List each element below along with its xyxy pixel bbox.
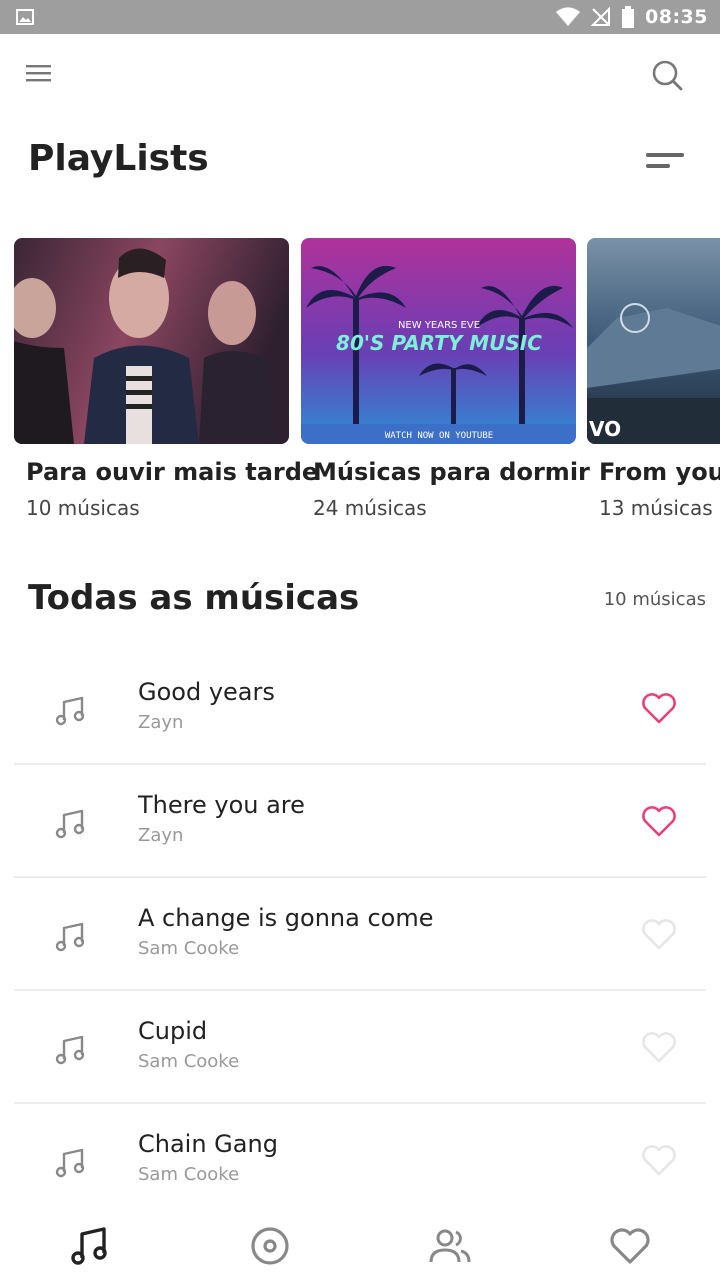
heart-icon[interactable] <box>640 803 678 839</box>
playlist-card[interactable]: NEW YEARS EVE 80'S PARTY MUSIC WATCH NOW… <box>301 238 590 520</box>
music-note-icon <box>71 1227 107 1265</box>
song-row[interactable]: A change is gonna come Sam Cooke <box>14 878 706 991</box>
song-row[interactable]: There you are Zayn <box>14 765 706 878</box>
disc-icon <box>251 1227 289 1265</box>
song-artist: Sam Cooke <box>138 938 240 959</box>
playlist-cover: NEW YEARS EVE 80'S PARTY MUSIC WATCH NOW… <box>301 238 576 444</box>
playlist-card[interactable]: Para ouvir mais tarde 10 músicas <box>14 238 319 520</box>
wifi-icon <box>556 7 581 27</box>
playlist-cover: VO <box>587 238 720 444</box>
song-row[interactable]: Cupid Sam Cooke <box>14 991 706 1104</box>
song-artist: Sam Cooke <box>138 1051 240 1072</box>
search-icon <box>652 60 683 91</box>
all-songs-count: 10 músicas <box>603 589 706 610</box>
nav-albums[interactable] <box>248 1224 292 1268</box>
song-title: A change is gonna come <box>138 904 434 932</box>
heart-icon[interactable] <box>640 1142 678 1178</box>
heart-icon[interactable] <box>640 690 678 726</box>
cover-text-bottom: WATCH NOW ON YOUTUBE <box>385 431 493 441</box>
song-artist: Zayn <box>138 712 184 733</box>
playlists-title: PlayLists <box>28 138 209 179</box>
playlist-title: Para ouvir mais tarde <box>26 458 319 486</box>
heart-icon[interactable] <box>640 1029 678 1065</box>
bottom-nav <box>0 1212 720 1280</box>
song-artist: Sam Cooke <box>138 1164 240 1185</box>
playlist-title: Músicas para dormir <box>313 458 590 486</box>
nav-favorites[interactable] <box>608 1224 652 1268</box>
song-title: Good years <box>138 678 275 706</box>
clock: 08:35 <box>645 6 708 28</box>
people-icon <box>429 1229 471 1263</box>
music-note-icon <box>55 1035 85 1065</box>
battery-icon <box>622 6 635 28</box>
playlist-count: 13 músicas <box>599 496 713 520</box>
nav-songs[interactable] <box>68 1224 112 1268</box>
cover-badge: VO <box>589 417 621 441</box>
all-songs-title: Todas as músicas <box>28 578 360 618</box>
heart-icon[interactable] <box>640 916 678 952</box>
status-bar: 08:35 <box>0 0 720 34</box>
playlist-count: 24 músicas <box>313 496 427 520</box>
music-note-icon <box>55 922 85 952</box>
music-note-icon <box>55 696 85 726</box>
song-list: Good years Zayn There you are Zayn A cha… <box>14 652 706 1217</box>
song-row[interactable]: Good years Zayn <box>14 652 706 765</box>
sort-icon[interactable] <box>640 148 688 176</box>
cover-text-top: NEW YEARS EVE <box>398 320 480 331</box>
nav-artists[interactable] <box>428 1224 472 1268</box>
music-note-icon <box>55 809 85 839</box>
search-button[interactable] <box>648 56 686 94</box>
playlist-count: 10 músicas <box>26 496 140 520</box>
playlist-cover <box>14 238 289 444</box>
gallery-icon <box>16 9 34 25</box>
song-title: Cupid <box>138 1017 208 1045</box>
menu-icon <box>26 65 51 82</box>
song-title: There you are <box>138 791 305 819</box>
music-note-icon <box>55 1148 85 1178</box>
playlist-card[interactable]: VO From youtube 13 músicas <box>587 238 720 520</box>
heart-icon <box>610 1228 650 1264</box>
menu-button[interactable] <box>24 60 54 86</box>
song-title: Chain Gang <box>138 1130 278 1158</box>
cover-text-main: 80'S PARTY MUSIC <box>336 331 542 355</box>
no-signal-icon <box>591 7 611 26</box>
playlists-carousel[interactable]: Para ouvir mais tarde 10 músicas NEW YEA… <box>14 238 720 538</box>
playlist-title: From youtube <box>599 458 720 486</box>
song-row[interactable]: Chain Gang Sam Cooke <box>14 1104 706 1217</box>
song-artist: Zayn <box>138 825 184 846</box>
